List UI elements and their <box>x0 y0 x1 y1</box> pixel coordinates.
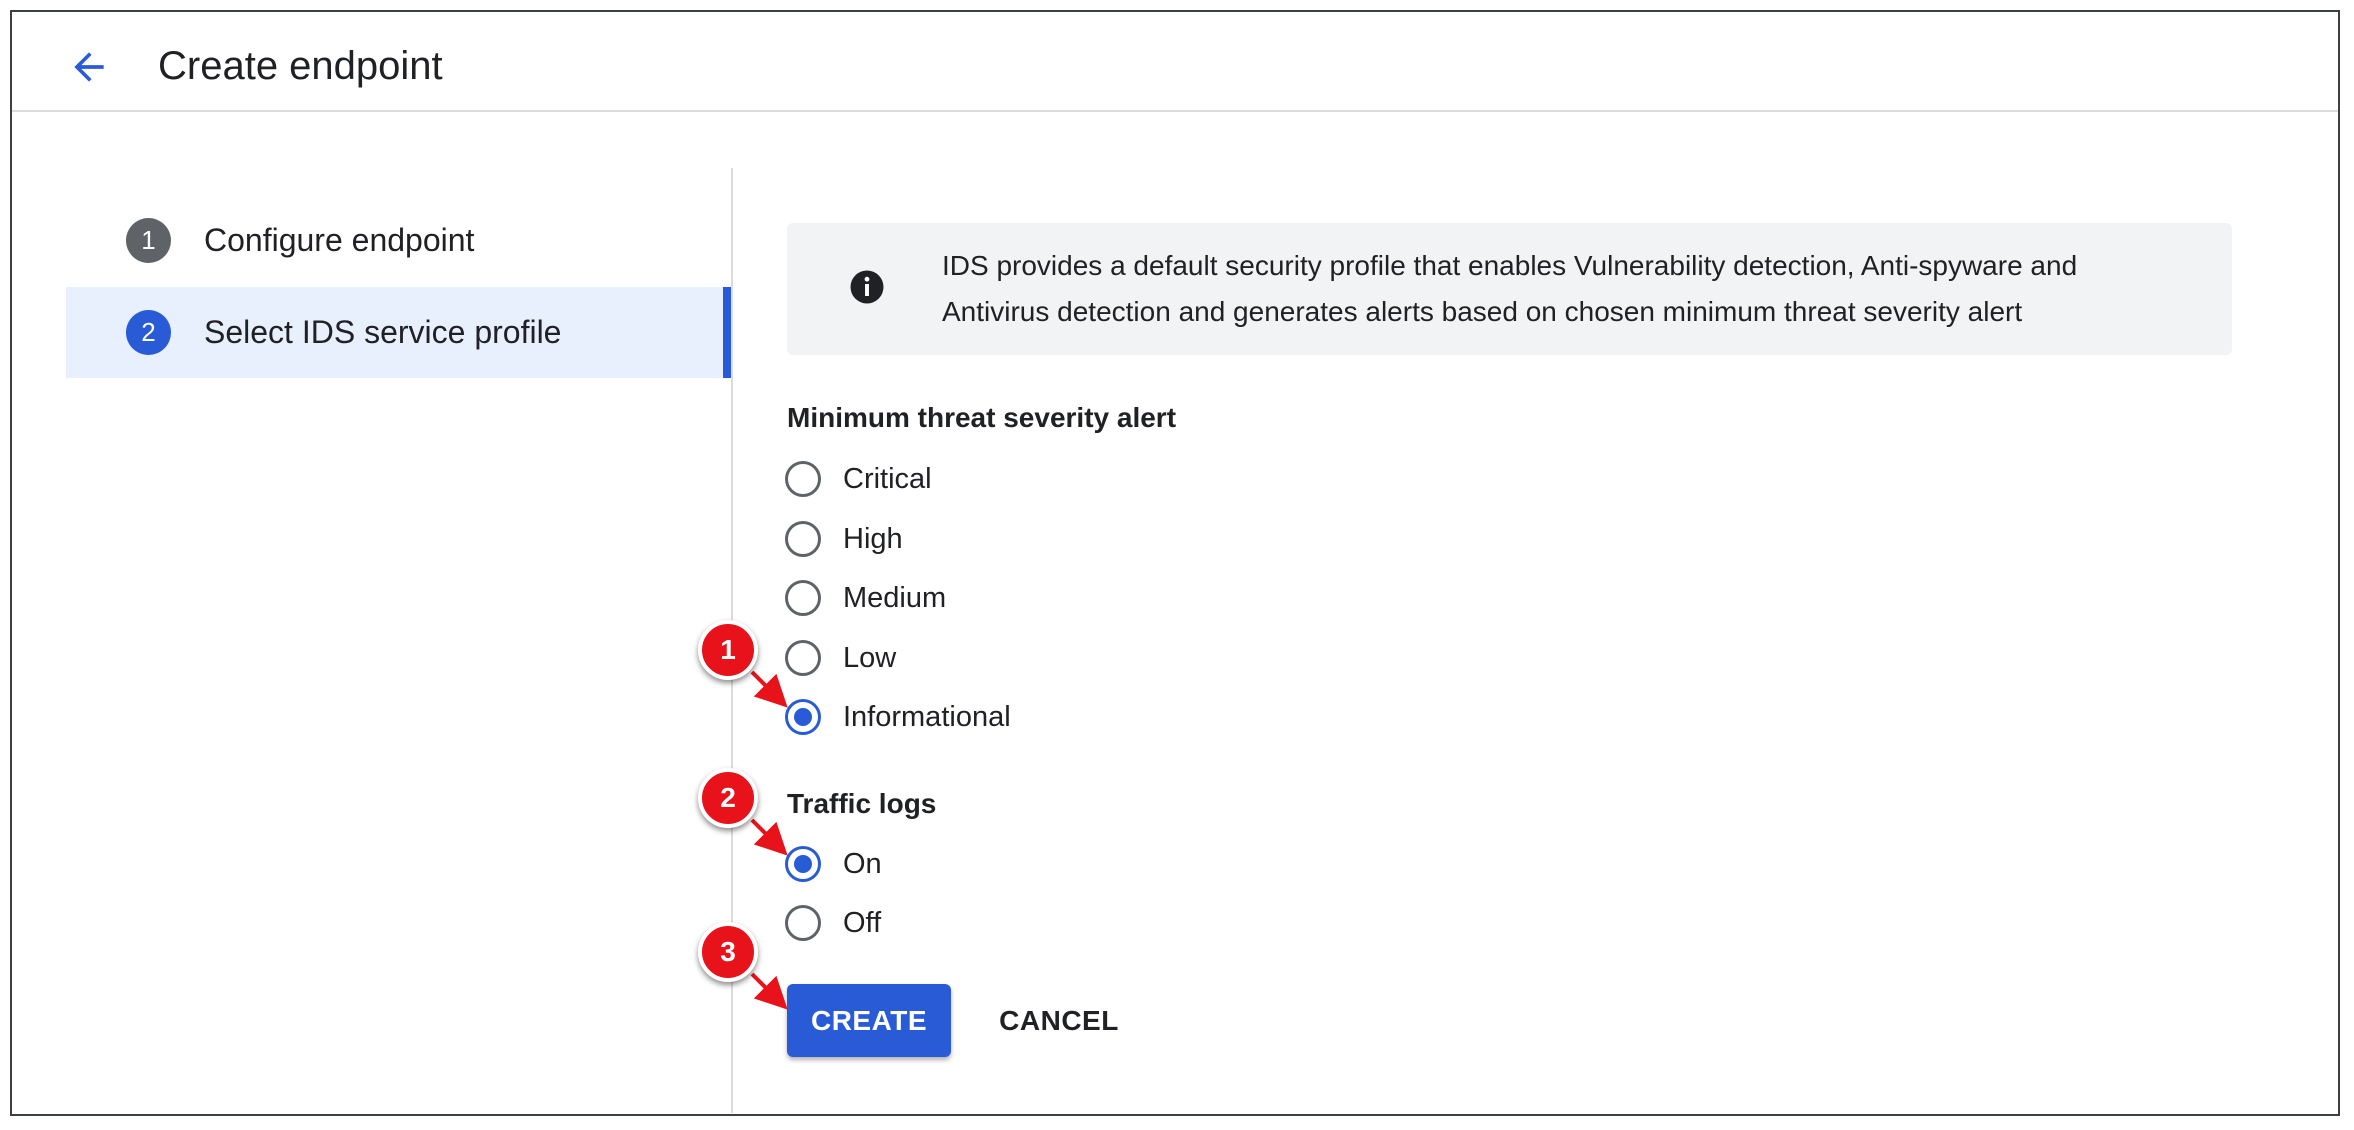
page-header: Create endpoint <box>12 12 2338 112</box>
arrow-back-icon <box>74 52 104 82</box>
back-button[interactable] <box>62 40 116 94</box>
step-number-badge: 2 <box>126 310 171 355</box>
radio-critical[interactable]: Critical <box>785 459 932 499</box>
step-label: Configure endpoint <box>204 222 475 258</box>
step-label: Select IDS service profile <box>204 314 562 350</box>
step-configure-endpoint[interactable]: 1 Configure endpoint <box>66 195 732 286</box>
info-icon <box>850 270 884 304</box>
create-button[interactable]: CREATE <box>787 984 951 1057</box>
radio-informational[interactable]: Informational <box>785 697 1011 737</box>
cancel-button[interactable]: CANCEL <box>988 984 1130 1057</box>
info-text: IDS provides a default security profile … <box>942 250 2078 327</box>
step-number-badge: 1 <box>126 218 171 263</box>
step-select-ids-service-profile[interactable]: 2 Select IDS service profile <box>66 287 732 378</box>
callout-badge-2: 2 <box>698 768 758 828</box>
radio-label: Critical <box>843 462 932 495</box>
radio-high[interactable]: High <box>785 519 903 559</box>
radio-circle <box>785 461 821 497</box>
radio-traffic-on[interactable]: On <box>785 844 882 884</box>
info-banner: IDS provides a default security profile … <box>787 223 2232 355</box>
callout-badge-3: 3 <box>698 922 758 982</box>
radio-label: On <box>843 847 882 880</box>
radio-circle <box>785 521 821 557</box>
radio-label: Informational <box>843 700 1011 733</box>
page-title: Create endpoint <box>158 44 443 88</box>
radio-medium[interactable]: Medium <box>785 578 946 618</box>
radio-circle-selected <box>785 699 821 735</box>
radio-label: High <box>843 522 903 555</box>
radio-circle <box>785 905 821 941</box>
radio-low[interactable]: Low <box>785 638 896 678</box>
radio-label: Off <box>843 906 882 939</box>
window-frame <box>10 10 2340 1116</box>
traffic-logs-title: Traffic logs <box>787 788 937 819</box>
radio-traffic-off[interactable]: Off <box>785 903 881 943</box>
radio-circle <box>785 640 821 676</box>
radio-label: Low <box>843 641 897 674</box>
radio-circle-selected <box>785 846 821 882</box>
radio-label: Medium <box>843 581 947 614</box>
callout-badge-1: 1 <box>698 620 758 680</box>
severity-section-title: Minimum threat severity alert <box>787 402 1177 433</box>
radio-circle <box>785 580 821 616</box>
